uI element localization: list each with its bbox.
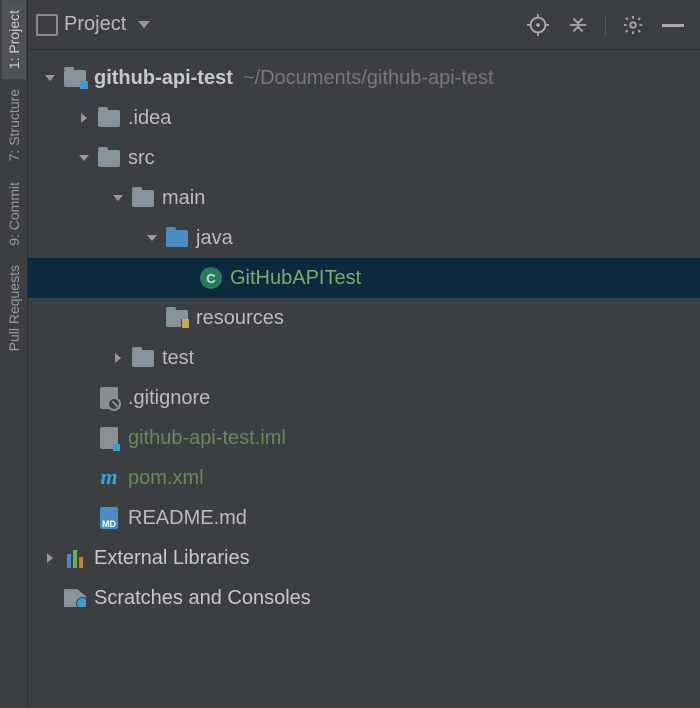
tree-node-java[interactable]: java (28, 218, 700, 258)
scratches-icon (62, 589, 88, 607)
tree-node-root[interactable]: github-api-test ~/Documents/github-api-t… (28, 58, 700, 98)
node-label: Scratches and Consoles (94, 587, 311, 610)
project-view-icon (36, 14, 58, 36)
folder-icon (130, 190, 156, 207)
node-label: .idea (128, 107, 171, 130)
gitignore-file-icon (96, 387, 122, 409)
libraries-icon (62, 548, 88, 568)
tree-node-resources[interactable]: resources (28, 298, 700, 338)
folder-icon (96, 110, 122, 127)
source-folder-icon (164, 230, 190, 247)
maven-file-icon: m (96, 468, 122, 488)
locate-button[interactable] (525, 12, 551, 38)
tree-node-iml[interactable]: github-api-test.iml (28, 418, 700, 458)
chevron-right-icon[interactable] (38, 553, 62, 563)
resources-folder-icon (164, 310, 190, 327)
node-label: resources (196, 307, 284, 330)
settings-button[interactable] (620, 12, 646, 38)
chevron-down-icon[interactable] (38, 75, 62, 81)
view-selector[interactable]: Project (36, 13, 150, 36)
tree-node-main[interactable]: main (28, 178, 700, 218)
node-label: main (162, 187, 205, 210)
node-label: test (162, 347, 194, 370)
toolbar: Project (28, 0, 700, 50)
tree-node-scratches[interactable]: Scratches and Consoles (28, 578, 700, 618)
toolbar-title: Project (64, 13, 126, 36)
collapse-all-button[interactable] (565, 12, 591, 38)
chevron-down-icon[interactable] (140, 235, 164, 241)
separator (605, 14, 606, 36)
side-tab-structure[interactable]: 7: Structure (2, 79, 26, 171)
folder-icon (130, 350, 156, 367)
project-tree: github-api-test ~/Documents/github-api-t… (28, 50, 700, 708)
chevron-right-icon[interactable] (72, 113, 96, 123)
node-label: .gitignore (128, 387, 210, 410)
module-folder-icon (62, 70, 88, 87)
node-label: GitHubAPITest (230, 267, 361, 290)
folder-icon (96, 150, 122, 167)
node-label: github-api-test (94, 67, 233, 90)
chevron-right-icon[interactable] (106, 353, 130, 363)
side-tab-project[interactable]: 1: Project (2, 0, 26, 79)
iml-file-icon (96, 427, 122, 449)
chevron-down-icon[interactable] (106, 195, 130, 201)
chevron-down-icon (138, 21, 150, 28)
tree-node-test[interactable]: test (28, 338, 700, 378)
node-label: README.md (128, 507, 247, 530)
node-label: java (196, 227, 233, 250)
minimize-button[interactable] (660, 12, 686, 38)
chevron-down-icon[interactable] (72, 155, 96, 161)
side-tab-bar: 1: Project 7: Structure 9: Commit Pull R… (0, 0, 28, 708)
project-tool-window: Project github-api-test ~/Documen (28, 0, 700, 708)
markdown-file-icon: MD (96, 507, 122, 529)
side-tab-commit[interactable]: 9: Commit (2, 172, 26, 256)
java-class-icon: C (198, 267, 224, 289)
tree-node-readme[interactable]: MD README.md (28, 498, 700, 538)
tree-node-src[interactable]: src (28, 138, 700, 178)
side-tab-pull-requests[interactable]: Pull Requests (2, 255, 26, 361)
tree-node-class-selected[interactable]: C GitHubAPITest (28, 258, 700, 298)
tree-node-external-libraries[interactable]: External Libraries (28, 538, 700, 578)
node-label: pom.xml (128, 467, 204, 490)
tree-node-pom[interactable]: m pom.xml (28, 458, 700, 498)
tree-node-idea[interactable]: .idea (28, 98, 700, 138)
node-path: ~/Documents/github-api-test (243, 67, 494, 90)
node-label: github-api-test.iml (128, 427, 286, 450)
node-label: src (128, 147, 155, 170)
tree-node-gitignore[interactable]: .gitignore (28, 378, 700, 418)
node-label: External Libraries (94, 547, 250, 570)
